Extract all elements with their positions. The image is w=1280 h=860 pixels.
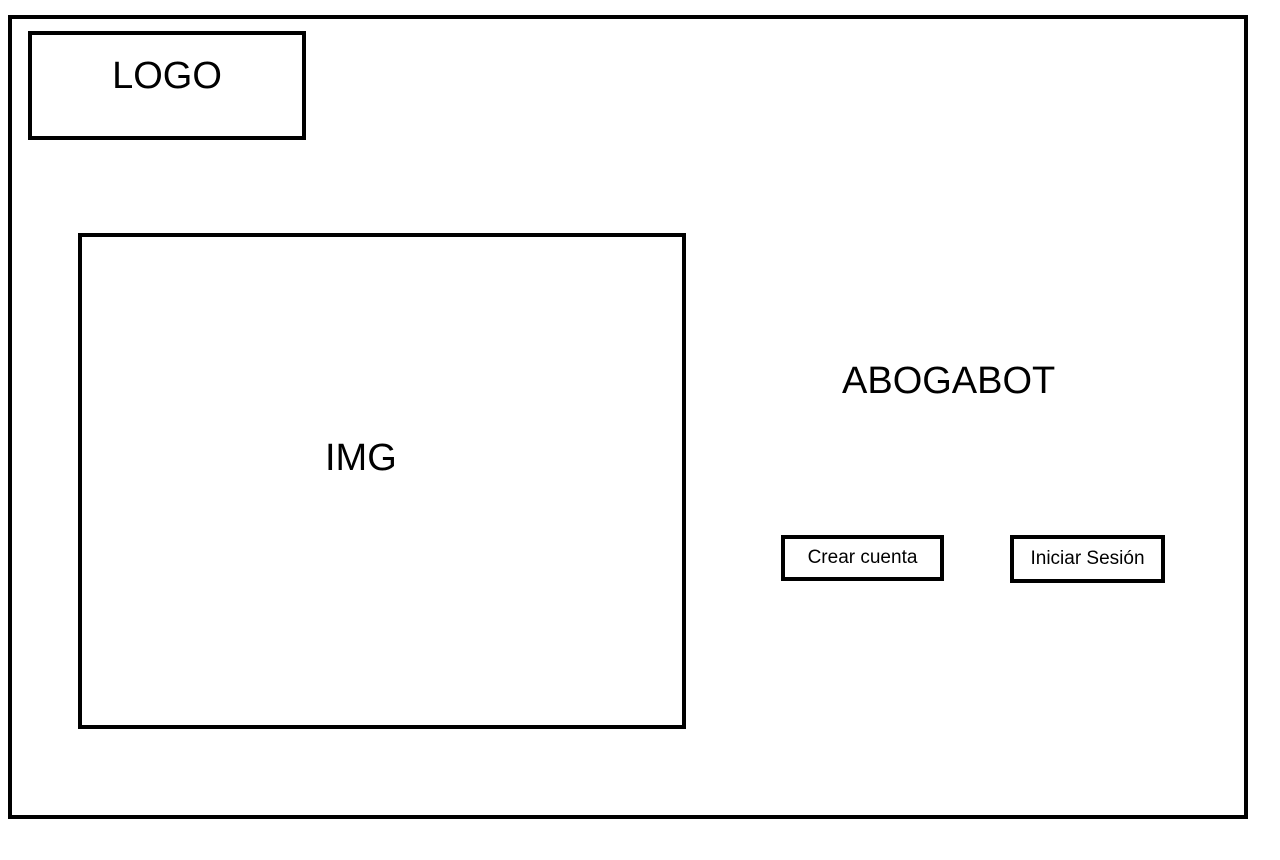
logo-placeholder: LOGO: [28, 31, 306, 140]
logo-label: LOGO: [112, 54, 222, 97]
create-account-button[interactable]: Crear cuenta: [781, 535, 944, 581]
hero-image-placeholder: IMG: [78, 233, 686, 729]
hero-image-label: IMG: [325, 437, 397, 479]
login-button[interactable]: Iniciar Sesión: [1010, 535, 1165, 583]
brand-title: ABOGABOT: [842, 360, 1056, 402]
